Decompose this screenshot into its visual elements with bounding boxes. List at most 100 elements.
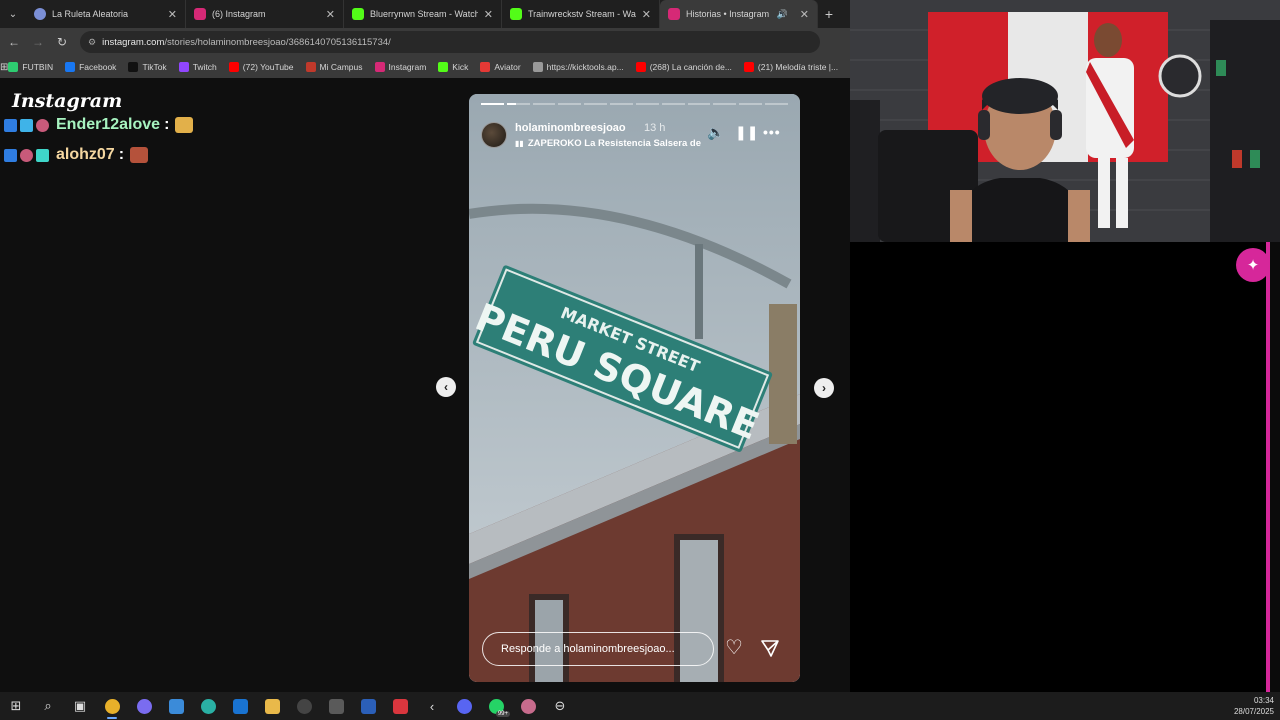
game-icon[interactable] (320, 692, 352, 720)
url-input[interactable]: ⚙ instagram.com/stories/holaminombreesjo… (80, 31, 820, 53)
bookmark-item[interactable]: Mi Campus (305, 62, 363, 72)
next-story-button[interactable]: › (814, 378, 834, 398)
taskbar: ⊞ ⌕ ▣ ‹ 99+ ⊖ 03:34 28/07/2025 (0, 692, 1280, 720)
tab-ruleta[interactable]: La Ruleta Aleatoria ✕ (26, 0, 186, 28)
address-bar: ← → ↻ ⚙ instagram.com/stories/holaminomb… (0, 28, 850, 56)
story-viewer[interactable]: MARKET STREET PERU SQUARE holaminombrees… (469, 94, 800, 682)
bookmark-favicon-icon (128, 62, 139, 72)
bookmark-favicon-icon (438, 62, 449, 72)
progress-segment (687, 103, 711, 105)
bookmark-item[interactable]: (268) La canción de... (635, 62, 732, 72)
new-tab-button[interactable]: + (818, 6, 840, 22)
bear-badge-icon (20, 148, 33, 162)
progress-segment (481, 103, 504, 105)
more-options-icon[interactable]: ••• (763, 124, 781, 140)
app-pink-icon[interactable] (512, 692, 544, 720)
bookmark-item[interactable]: Facebook (65, 62, 116, 72)
verified-badge-icon (4, 118, 17, 132)
verified-badge-icon (4, 148, 17, 162)
bookmark-item[interactable]: Aviator (480, 62, 521, 72)
cube-badge-icon (20, 118, 33, 132)
volume-icon[interactable]: 🔈 (707, 124, 724, 141)
screen: ⌄ La Ruleta Aleatoria ✕ (6) Instagram ✕ … (0, 0, 1280, 720)
forward-button[interactable]: → (26, 35, 50, 49)
music-bars-icon: ▮▮ (515, 139, 524, 148)
obs-icon[interactable] (288, 692, 320, 720)
search-icon[interactable]: ⌕ (32, 692, 64, 720)
bookmark-favicon-icon (635, 62, 646, 72)
system-clock[interactable]: 03:34 28/07/2025 (1234, 695, 1274, 717)
bookmark-favicon-icon (532, 62, 543, 72)
close-tab-icon[interactable]: ✕ (168, 8, 177, 21)
like-heart-icon[interactable]: ♡ (725, 638, 743, 658)
story-music[interactable]: ▮▮ ZAPEROKO La Resistencia Salsera de (515, 138, 701, 149)
gift-badge-icon (36, 148, 49, 162)
overlay-widget-icon[interactable]: ✦ (1236, 248, 1270, 282)
tab-historias-instagram[interactable]: Historias • Instagram 🔊 ✕ (660, 0, 818, 28)
progress-segment (584, 103, 608, 105)
bookmark-favicon-icon (374, 62, 385, 72)
progress-segment (713, 103, 737, 105)
tab-search-icon[interactable]: ⌄ (0, 0, 26, 28)
speaker-icon[interactable]: 🔊 (777, 9, 788, 20)
word-icon[interactable] (352, 692, 384, 720)
close-tab-icon[interactable]: ✕ (642, 8, 651, 21)
bear-badge-icon (36, 118, 49, 132)
bookmark-item[interactable]: Instagram (374, 62, 426, 72)
task-view-icon[interactable]: ▣ (64, 692, 96, 720)
webcam-image (850, 0, 1280, 242)
reply-input[interactable]: Responde a holaminombreesjoao... (482, 632, 714, 666)
store-icon[interactable] (160, 692, 192, 720)
progress-segment (765, 103, 788, 105)
progress-segment (661, 103, 685, 105)
copilot-icon[interactable] (128, 692, 160, 720)
edge-icon[interactable] (192, 692, 224, 720)
discord-icon[interactable] (448, 692, 480, 720)
instagram-favicon-icon (194, 8, 206, 20)
bookmark-favicon-icon (8, 62, 19, 72)
bookmark-item[interactable]: (72) YouTube (228, 62, 294, 72)
site-info-icon[interactable]: ⚙ (88, 37, 96, 48)
close-tab-icon[interactable]: ✕ (326, 8, 335, 21)
bookmark-item[interactable]: https://kicktools.ap... (532, 62, 624, 72)
story-photo: MARKET STREET PERU SQUARE (469, 94, 800, 682)
app-red-icon[interactable] (384, 692, 416, 720)
emote-icon (175, 117, 194, 133)
bookmark-favicon-icon (743, 62, 754, 72)
whatsapp-icon[interactable]: 99+ (480, 692, 512, 720)
back-button[interactable]: ← (2, 35, 26, 49)
windows-start-icon[interactable]: ⊞ (0, 692, 32, 720)
bookmark-item[interactable]: Twitch (178, 62, 217, 72)
bookmarks-bar: ⊞ FUTBIN Facebook TikTok Twitch (72) YouTube… (0, 56, 850, 78)
emote-icon (130, 147, 149, 163)
story-header: holaminombreesjoao 13 h ▮▮ ZAPEROKO La Re… (481, 120, 788, 150)
send-paper-plane-icon[interactable] (760, 638, 780, 658)
outlook-icon[interactable] (224, 692, 256, 720)
story-username[interactable]: holaminombreesjoao (515, 122, 626, 134)
bookmark-favicon-icon (228, 62, 239, 72)
bookmark-item[interactable]: FUTBIN (8, 62, 53, 72)
chrome-icon[interactable] (96, 692, 128, 720)
overlay-instagram-logo: Instagram (12, 90, 123, 112)
reload-button[interactable]: ↻ (50, 35, 74, 49)
tab-instagram[interactable]: (6) Instagram ✕ (186, 0, 344, 28)
kick-app-icon[interactable]: ‹ (416, 692, 448, 720)
bookmark-item[interactable]: Kick (438, 62, 468, 72)
bookmark-favicon-icon (65, 62, 76, 72)
roulette-favicon-icon (34, 8, 46, 20)
pause-icon[interactable]: ❚❚ (735, 124, 758, 141)
file-explorer-icon[interactable] (256, 692, 288, 720)
close-tab-icon[interactable]: ✕ (800, 8, 809, 21)
chat-message: Ender12alove : (4, 116, 194, 134)
tab-trainwreckstv[interactable]: Trainwreckstv Stream - Watch Li... ✕ (502, 0, 660, 28)
previous-story-button[interactable]: ‹ (436, 377, 456, 397)
app-outline-icon[interactable]: ⊖ (544, 692, 576, 720)
bookmark-item[interactable]: (21) Melodía triste |... (743, 62, 838, 72)
avatar[interactable] (481, 122, 507, 148)
story-time: 13 h (644, 122, 666, 134)
chat-message: alohz07 : (4, 146, 149, 164)
tab-bluerrynwn[interactable]: Bluerrynwn Stream - Watch Live... ✕ (344, 0, 502, 28)
bookmark-item[interactable]: TikTok (128, 62, 167, 72)
apps-grid-icon[interactable]: ⊞ (0, 62, 8, 73)
close-tab-icon[interactable]: ✕ (484, 8, 493, 21)
